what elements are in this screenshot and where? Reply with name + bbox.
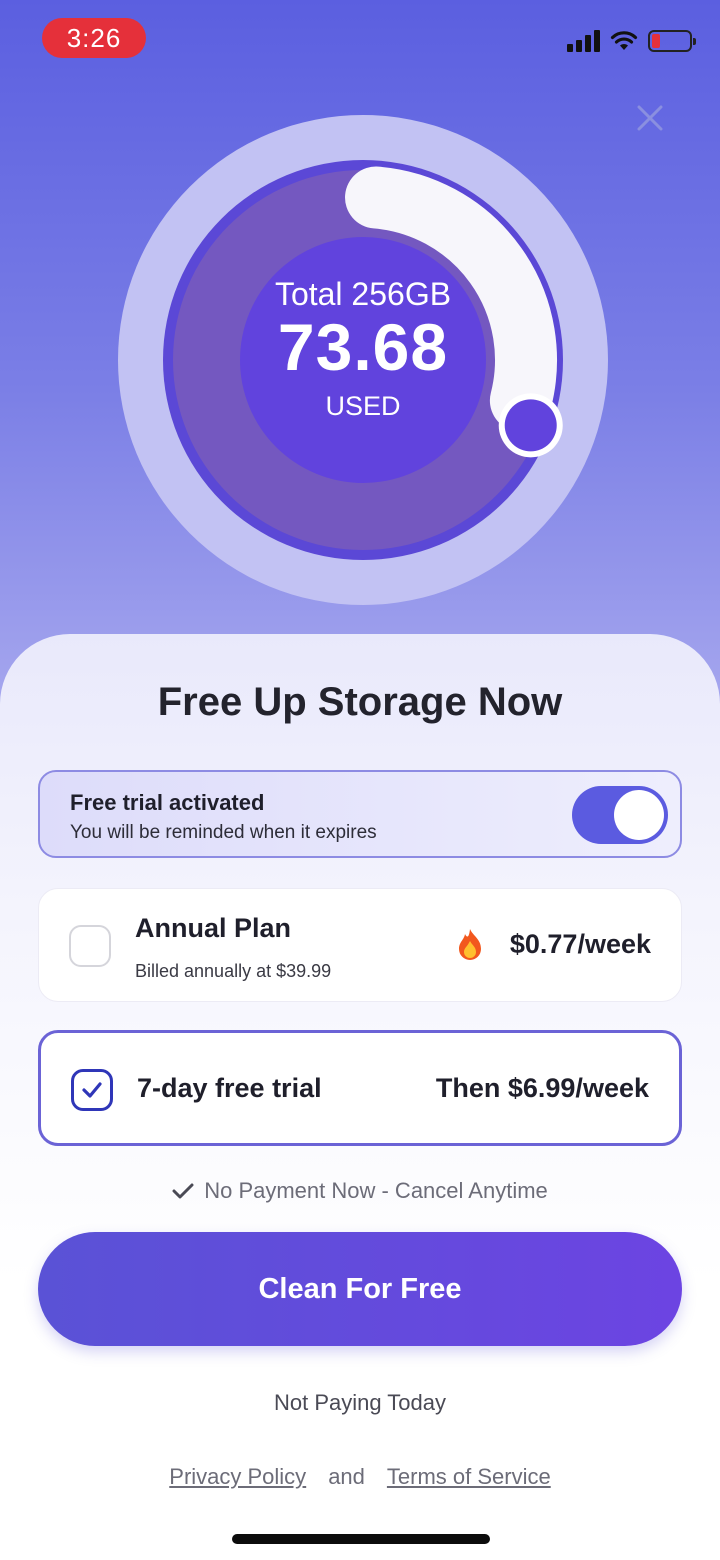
cellular-signal-icon xyxy=(567,30,600,52)
legal-links: Privacy Policy and Terms of Service xyxy=(0,1464,720,1490)
paywall-sheet: Free Up Storage Now Free trial activated… xyxy=(0,634,720,1560)
plan-option-annual[interactable]: Annual Plan Billed annually at $39.99 $0… xyxy=(38,888,682,1002)
battery-icon xyxy=(648,30,696,52)
legal-and: and xyxy=(328,1464,365,1489)
status-bar: 3:26 xyxy=(0,0,720,80)
annual-plan-checkbox[interactable] xyxy=(69,925,111,967)
wifi-icon xyxy=(610,31,638,50)
free-trial-plan-checkbox[interactable] xyxy=(71,1069,113,1111)
close-icon xyxy=(637,105,663,131)
plan-name: Annual Plan xyxy=(135,913,292,943)
plan-billing-note: Billed annually at $39.99 xyxy=(135,961,332,981)
close-button[interactable] xyxy=(630,98,670,138)
clean-for-free-button[interactable]: Clean For Free xyxy=(38,1232,682,1346)
payment-note-text: No Payment Now - Cancel Anytime xyxy=(204,1178,548,1203)
total-storage-label: Total 256GB xyxy=(274,276,452,313)
plan-price: Then $6.99/week xyxy=(435,1073,649,1103)
plan-option-free-trial[interactable]: 7-day free trial Then $6.99/week xyxy=(38,1030,682,1146)
check-icon xyxy=(172,1183,194,1199)
toggle-knob xyxy=(614,790,664,840)
sheet-title: Free Up Storage Now xyxy=(157,680,563,724)
checkmark-icon xyxy=(82,1082,102,1098)
free-trial-title: Free trial activated xyxy=(70,790,265,815)
fire-icon xyxy=(459,929,481,960)
privacy-policy-link[interactable]: Privacy Policy xyxy=(169,1464,306,1490)
not-paying-today-link[interactable]: Not Paying Today xyxy=(0,1390,720,1416)
gauge-knob-center xyxy=(504,399,557,452)
home-indicator xyxy=(232,1534,490,1544)
free-trial-toggle-card[interactable]: Free trial activated You will be reminde… xyxy=(38,770,682,858)
terms-of-service-link[interactable]: Terms of Service xyxy=(387,1464,551,1490)
time-pill: 3:26 xyxy=(42,18,146,58)
free-trial-toggle[interactable] xyxy=(572,786,668,844)
free-trial-subtitle: You will be reminded when it expires xyxy=(70,822,377,843)
plan-name: 7-day free trial xyxy=(137,1073,322,1103)
used-label: USED xyxy=(325,390,401,421)
used-storage-value: 73.68 xyxy=(277,310,449,385)
gauge-readout: Total 256GB 73.68 USED xyxy=(240,230,486,476)
status-icons xyxy=(567,30,696,52)
plan-price: $0.77/week xyxy=(509,929,651,959)
payment-note: No Payment Now - Cancel Anytime xyxy=(0,1178,720,1204)
